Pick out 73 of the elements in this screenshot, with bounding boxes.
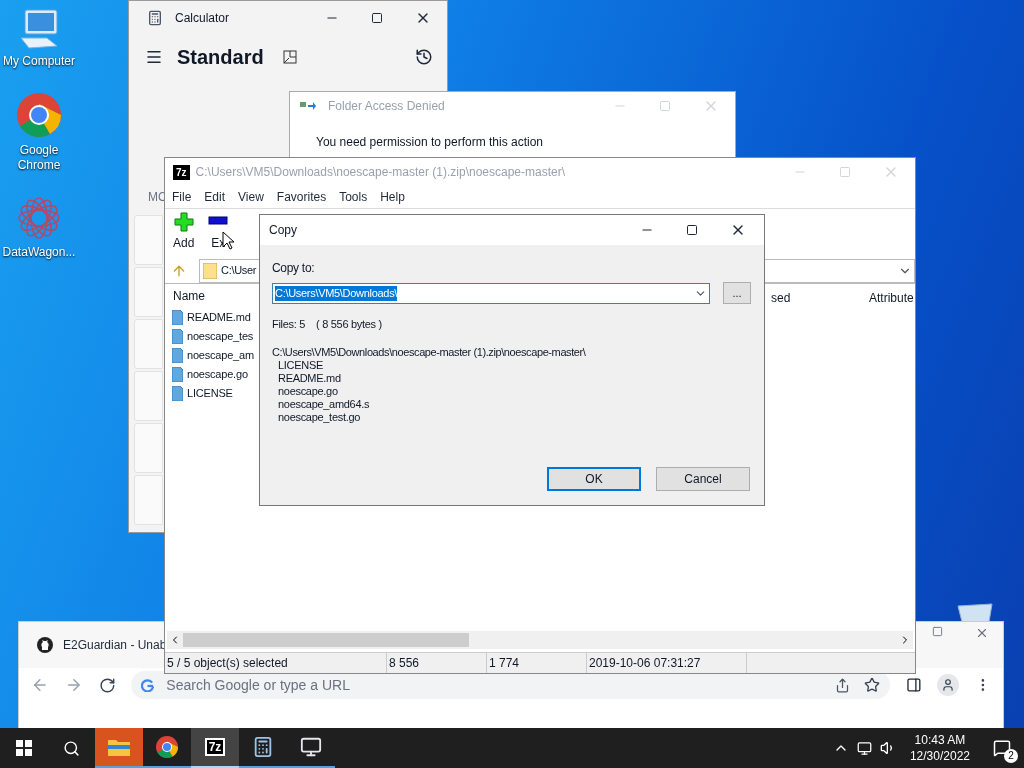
chrome-icon[interactable] — [15, 91, 63, 139]
cancel-button[interactable]: Cancel — [656, 467, 750, 491]
file-name[interactable]: README.md — [187, 309, 251, 326]
menu-item[interactable]: Tools — [339, 188, 368, 206]
maximize-icon[interactable] — [686, 224, 698, 236]
calculator-icon — [147, 10, 163, 26]
destination-field[interactable]: C:\Users\VM5\Downloads\ — [272, 282, 710, 304]
menu-item[interactable]: View — [238, 188, 264, 206]
browse-button[interactable]: ... — [723, 282, 751, 304]
calculator-icon — [252, 736, 274, 758]
file-icon — [172, 329, 183, 344]
file-name[interactable]: noescape.go — [187, 366, 248, 383]
source-path: C:\Users\VM5\Downloads\noescape-master (1).zip\noescape-master\ — [272, 345, 587, 359]
permission-message: You need permission to perform this action — [316, 134, 544, 151]
file-name[interactable]: LICENSE — [187, 385, 233, 402]
monitor-icon — [300, 736, 322, 758]
history-icon[interactable] — [415, 48, 433, 66]
share-icon[interactable] — [834, 677, 850, 693]
window-title: Folder Access Denied — [328, 98, 446, 115]
ok-button[interactable]: OK — [547, 467, 641, 491]
calculator-mode: Standard — [177, 45, 264, 70]
app-logo: 7z — [173, 164, 190, 180]
file-name[interactable]: noescape_am — [187, 347, 254, 364]
chrome-icon — [155, 735, 179, 759]
file-name: noescape_amd64.s — [278, 397, 371, 411]
back-icon[interactable] — [31, 676, 49, 694]
folder-icon — [108, 738, 130, 756]
files-summary: Files: 5 ( 8 556 bytes ) — [272, 317, 383, 332]
bookmark-star-icon[interactable] — [863, 677, 880, 693]
file-name: noescape.go — [278, 384, 339, 398]
file-name[interactable]: noescape_tes — [187, 328, 254, 345]
column-header[interactable]: sed — [771, 289, 791, 307]
file-icon — [172, 348, 183, 363]
reload-icon[interactable] — [98, 676, 116, 694]
taskbar-button[interactable]: 7z — [191, 728, 239, 768]
window-title: Calculator — [175, 10, 231, 27]
address-placeholder: Search Google or type a URL — [166, 675, 351, 695]
search-icon[interactable] — [63, 739, 80, 757]
file-name: LICENSE — [278, 358, 324, 372]
maximize-icon[interactable] — [371, 12, 383, 24]
file-icon — [172, 310, 183, 325]
file-icon — [172, 386, 183, 401]
google-icon — [141, 678, 155, 692]
folder-icon — [203, 262, 217, 279]
status-cell: 8 556 — [387, 653, 487, 673]
menu-item[interactable]: Edit — [204, 188, 226, 206]
scrollbar-thumb[interactable] — [183, 633, 469, 647]
app-logo: 7z — [204, 738, 226, 756]
menu-item[interactable]: File — [172, 188, 192, 206]
menu-icon[interactable] — [145, 48, 163, 66]
dialog-title: Copy — [269, 222, 298, 239]
menu-item[interactable]: Help — [380, 188, 405, 206]
file-name: noescape_test.go — [278, 410, 362, 424]
field-label: Copy to: — [272, 260, 316, 277]
window-title: C:\Users\VM5\Downloads\noescape-master (1).zip\noescape-master\ — [195, 164, 567, 181]
column-header[interactable]: Name — [173, 287, 205, 305]
status-cell: 1 774 — [487, 653, 587, 673]
computer-icon[interactable] — [17, 8, 61, 50]
folder-arrow-icon — [300, 100, 316, 112]
clock[interactable]: 10:43 AM 12/30/2022 — [909, 732, 970, 764]
keep-on-top-icon[interactable] — [281, 49, 298, 65]
file-name: README.md — [278, 371, 342, 385]
add-button[interactable]: Add — [173, 212, 195, 252]
side-panel-icon[interactable] — [905, 677, 922, 693]
notification-count: 2 — [1004, 749, 1018, 763]
plus-icon — [173, 212, 194, 232]
menu-item[interactable]: Favorites — [276, 188, 327, 206]
file-icon — [172, 367, 183, 382]
status-cell: 2019-10-06 07:31:27 — [587, 653, 747, 673]
column-header[interactable]: Attribute — [869, 289, 914, 307]
start-icon[interactable] — [16, 740, 32, 756]
profile-avatar[interactable] — [937, 674, 960, 696]
status-cell: 5 / 5 object(s) selected — [165, 653, 387, 673]
